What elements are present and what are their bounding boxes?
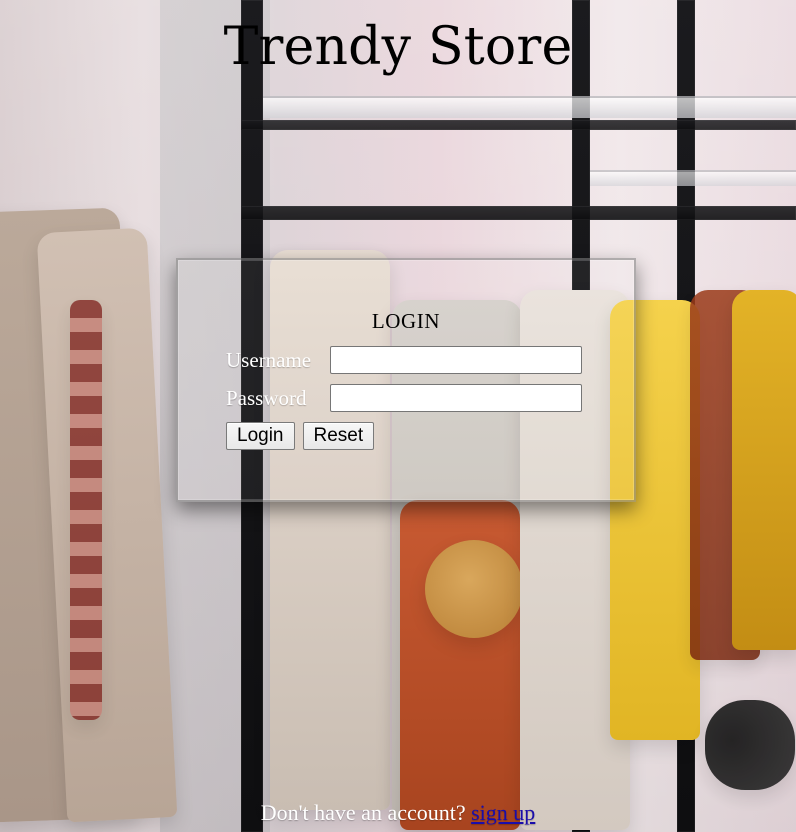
login-button[interactable]: Login — [226, 422, 295, 450]
rack-rail — [241, 120, 796, 130]
shoe-display — [705, 700, 795, 790]
signup-link[interactable]: sign up — [471, 800, 535, 825]
hanging-garment — [425, 540, 523, 638]
store-title: Trendy Store — [223, 17, 573, 77]
login-panel: LOGIN Username Password Login Reset — [176, 258, 636, 502]
password-label: Password — [226, 385, 307, 410]
display-shelf — [590, 170, 796, 186]
reset-button[interactable]: Reset — [302, 422, 375, 450]
hanging-garment — [732, 290, 796, 650]
password-input[interactable] — [330, 384, 582, 412]
login-actions: Login Reset — [226, 422, 375, 450]
rack-rail — [241, 206, 796, 220]
username-row: Username — [226, 344, 586, 376]
username-label: Username — [226, 347, 312, 372]
display-shelf — [263, 96, 796, 118]
password-row: Password — [226, 382, 586, 414]
signup-footer: Don't have an account? sign up — [0, 800, 796, 826]
username-input[interactable] — [330, 346, 582, 374]
login-heading: LOGIN — [371, 309, 441, 333]
hanging-garment — [70, 300, 102, 720]
signup-prompt: Don't have an account? — [260, 800, 466, 825]
